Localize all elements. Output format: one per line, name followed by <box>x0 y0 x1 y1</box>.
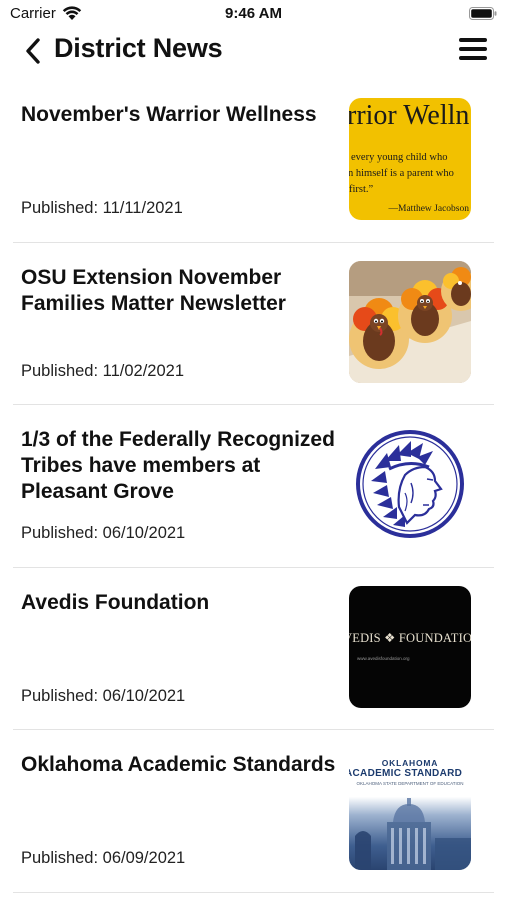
hamburger-menu-icon <box>459 38 487 60</box>
news-date: Published: 11/02/2021 <box>21 361 184 380</box>
news-thumbnail-warrior-logo <box>349 423 471 545</box>
news-item[interactable]: Avedis Foundation Published: 06/10/2021 … <box>13 568 494 730</box>
news-date: Published: 11/11/2021 <box>21 199 183 217</box>
thumbnail-standards-line: ACADEMIC STANDARD <box>349 768 463 779</box>
news-title: November's Warrior Wellness <box>21 103 317 126</box>
navigation-bar: District News <box>0 28 507 76</box>
thumbnail-standards-line: OKLAHOMA STATE DEPARTMENT OF EDUCATION <box>356 781 464 786</box>
thumbnail-avedis-url: www.avedisfoundation.org <box>357 655 410 661</box>
news-date: Published: 06/10/2021 <box>21 686 186 705</box>
page-title: District News <box>54 33 223 63</box>
turkey-cookies-image <box>349 260 471 383</box>
capitol-building-image <box>355 798 471 870</box>
news-thumbnail-avedis: VEDIS ❖ FOUNDATION www.avedisfoundation.… <box>349 585 471 708</box>
hamburger-menu-button[interactable] <box>459 38 487 62</box>
news-thumbnail-wellness-quote: rrior Welln every young child who n hims… <box>349 98 471 220</box>
status-bar: Carrier 9:46 AM <box>0 0 507 28</box>
back-button[interactable] <box>20 36 46 66</box>
thumbnail-standards-line: OKLAHOMA <box>381 758 439 768</box>
news-thumbnail-academic-standards: OKLAHOMA ACADEMIC STANDARD OKLAHOMA STAT… <box>349 748 471 870</box>
battery-icon <box>469 7 497 20</box>
news-date: Published: 06/10/2021 <box>21 524 186 542</box>
thumbnail-avedis-logo-text: VEDIS ❖ FOUNDATION <box>349 630 471 645</box>
news-title: Oklahoma Academic Standards <box>21 753 336 776</box>
news-item[interactable]: OSU Extension November Families Matter N… <box>13 243 494 405</box>
news-date: Published: 06/09/2021 <box>21 849 186 867</box>
news-title: OSU Extension November Families Matter N… <box>21 265 286 315</box>
thumbnail-quote-line: n himself is a parent who <box>349 168 454 179</box>
news-title: 1/3 of the Federally Recognized Tribes h… <box>21 428 335 503</box>
back-chevron-icon <box>26 38 40 64</box>
thumbnail-quote-line: every young child who <box>351 152 448 163</box>
news-list: November's Warrior Wellness Published: 1… <box>0 80 507 893</box>
thumbnail-headline: rrior Welln <box>349 100 470 131</box>
news-item[interactable]: Oklahoma Academic Standards Published: 0… <box>13 730 494 893</box>
thumbnail-quote-line: first.” <box>349 184 374 195</box>
news-item[interactable]: 1/3 of the Federally Recognized Tribes h… <box>13 405 494 568</box>
news-title: Avedis Foundation <box>21 590 210 614</box>
thumbnail-signature: —Matthew Jacobson <box>388 204 469 214</box>
news-item[interactable]: November's Warrior Wellness Published: 1… <box>13 80 494 243</box>
warrior-logo-icon <box>356 430 464 538</box>
status-time: 9:46 AM <box>225 5 282 22</box>
news-thumbnail-turkey-cookies <box>349 260 471 383</box>
